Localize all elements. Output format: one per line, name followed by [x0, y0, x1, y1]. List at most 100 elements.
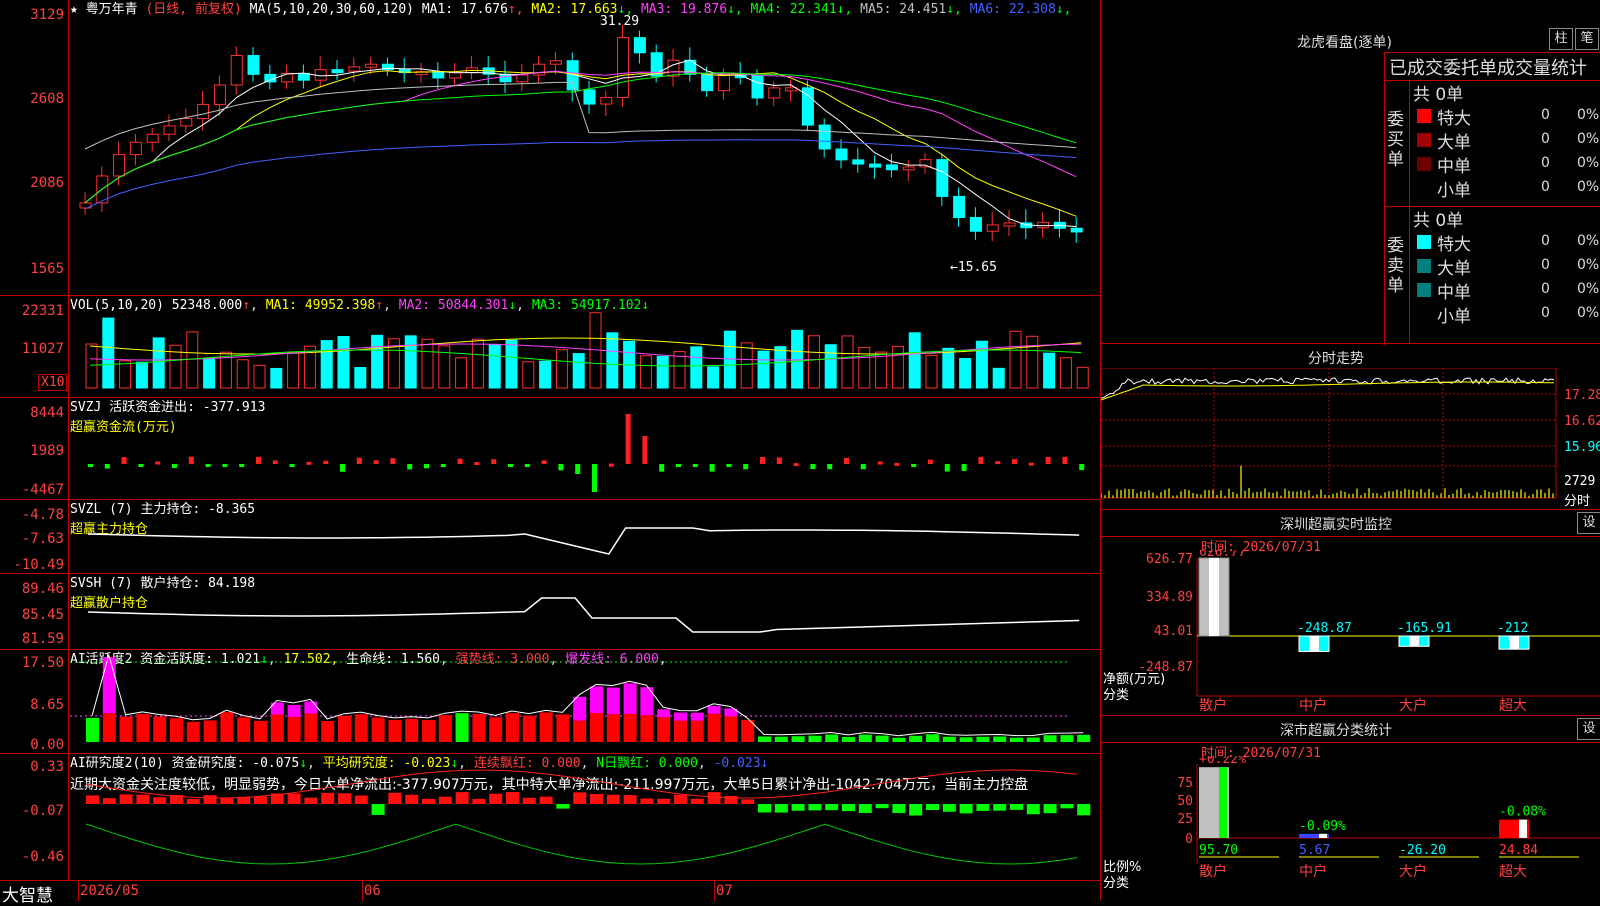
- svzl-pane[interactable]: SVZL (7) 主力持仓: -8.365 超赢主力持仓 -4.78 -7.63…: [0, 500, 1100, 574]
- candle: [835, 148, 848, 161]
- research-bar: [388, 792, 402, 804]
- activity-bar: [237, 717, 251, 742]
- retail-position-chart[interactable]: [70, 574, 1100, 648]
- main-position-chart[interactable]: [70, 500, 1100, 572]
- activity-bar: [119, 716, 133, 742]
- research-bar: [959, 804, 973, 814]
- sz-monitor-tick: 334.89: [1146, 590, 1193, 605]
- sz-monitor-bar-highlight: [1509, 636, 1519, 650]
- flow-bar: [457, 458, 463, 464]
- sz-class-settings-button[interactable]: 设: [1577, 718, 1600, 740]
- candle: [163, 125, 176, 135]
- activity-bar: [371, 717, 385, 742]
- research-bar: [186, 798, 200, 804]
- sz-monitor-chart: 626.77334.8943.01-248.87626.77散户-248.87中…: [1138, 550, 1600, 714]
- flow-bar: [827, 464, 833, 470]
- sz-class-panel: 深市超赢分类统计 设 时间: 2026/07/31 75 50 25 0 +0.22% 9…: [1100, 716, 1600, 900]
- candle: [247, 55, 260, 75]
- flow-bar: [1012, 459, 1017, 464]
- order-row-3: 小单 0 0%: [1409, 302, 1600, 327]
- tick-mode-button[interactable]: 笔: [1575, 28, 1599, 50]
- sz-monitor-bar-highlight: [1209, 558, 1219, 636]
- candle: [583, 89, 596, 105]
- activity-bar: [220, 712, 234, 742]
- order-percent: 0%: [1577, 257, 1600, 273]
- volume-bar: [152, 337, 165, 389]
- activity-chart[interactable]: [70, 650, 1100, 752]
- volume-bar: [807, 335, 820, 389]
- activity-bar: [438, 715, 452, 742]
- order-swatch: [1417, 133, 1431, 147]
- volume-bar: [488, 343, 501, 389]
- research-chart[interactable]: [70, 754, 1100, 878]
- order-percent: 0%: [1577, 131, 1600, 147]
- intraday-panel[interactable]: 分时走势 17.28 16.62 15.96 2729 分时: [1100, 344, 1600, 510]
- research-tick: 0.33: [30, 759, 64, 775]
- candle: [902, 166, 915, 171]
- research-pane[interactable]: AI研究度2(10) 资金研究度: -0.075↓, 平均研究度: -0.023…: [0, 754, 1100, 880]
- order-count: 0: [1541, 131, 1550, 147]
- svsh-pane[interactable]: SVSH (7) 散户持仓: 84.198 超赢散户持仓 89.46 85.45…: [0, 574, 1100, 650]
- research-bar: [136, 794, 150, 804]
- candle: [953, 195, 966, 219]
- activity-bar: [657, 717, 671, 742]
- candle: [1003, 222, 1016, 227]
- order-type: 中单: [1437, 283, 1471, 303]
- volume-bar: [740, 342, 753, 389]
- activity-bar: [1026, 737, 1040, 742]
- ma-line-6: [84, 139, 1077, 210]
- candle: [281, 72, 294, 83]
- order-percent: 0%: [1577, 305, 1600, 321]
- activity-pane[interactable]: AI活跃度2 资金活跃度: 1.021↓, 17.502, 生命线: 1.560…: [0, 650, 1100, 754]
- sz-class-value: -26.20: [1399, 843, 1446, 858]
- svzj-pane[interactable]: SVZJ 活跃资金进出: -377.913 超赢资金流(万元) 8444 198…: [0, 398, 1100, 500]
- activity-peak: [674, 712, 687, 721]
- research-bar: [1026, 804, 1040, 815]
- research-green-line: [85, 823, 1078, 865]
- sz-class-category: 中户: [1299, 863, 1327, 880]
- main-chart-area[interactable]: ★ 粤万年青 (日线, 前复权) MA(5,10,20,30,60,120) M…: [0, 0, 1100, 906]
- research-bar: [438, 796, 452, 804]
- activity-bar: [892, 737, 906, 742]
- flow-bar: [995, 461, 1001, 465]
- order-row-2: 中单 0 0%: [1409, 278, 1600, 303]
- flow-bar: [188, 456, 194, 464]
- research-bar: [321, 792, 335, 804]
- research-bar: [506, 792, 519, 804]
- flow-bar: [155, 461, 161, 465]
- flow-bar: [961, 464, 967, 471]
- flow-bar: [356, 457, 362, 464]
- volume-bar: [690, 346, 703, 389]
- svsh-tick: 81.59: [21, 631, 64, 647]
- candle: [717, 74, 730, 92]
- price-pane[interactable]: ★ 粤万年青 (日线, 前复权) MA(5,10,20,30,60,120) M…: [0, 0, 1100, 296]
- candle: [936, 159, 949, 197]
- sz-monitor-settings-button[interactable]: 设: [1577, 512, 1600, 534]
- research-bar: [942, 804, 956, 812]
- buy-table: 特大 0 0% 大单 0 0% 中单 0 0% 小单 0 0%: [1409, 104, 1600, 204]
- candlestick-chart[interactable]: [70, 18, 1100, 294]
- activity-bar: [1060, 735, 1074, 742]
- intraday-chart[interactable]: [1101, 368, 1563, 510]
- volume-bar: [1043, 352, 1056, 389]
- activity-peak: [304, 701, 318, 714]
- candle: [113, 154, 126, 177]
- volume-pane[interactable]: VOL(5,10,20) 52348.000↑, MA1: 49952.398↑…: [0, 296, 1100, 398]
- order-percent: 0%: [1577, 107, 1600, 123]
- intraday-tick: 15.96: [1564, 440, 1600, 455]
- fund-flow-chart[interactable]: [70, 398, 1100, 498]
- activity-bar: [942, 736, 956, 742]
- volume-chart[interactable]: [70, 296, 1100, 396]
- date-label: 2026/05: [80, 883, 140, 899]
- activity-bar: [976, 736, 990, 742]
- research-bar: [892, 804, 906, 813]
- volume-bar: [404, 335, 417, 389]
- volume-bar: [959, 358, 972, 389]
- volume-bar: [891, 345, 904, 389]
- volume-bar: [925, 354, 938, 389]
- bar-mode-button[interactable]: 柱: [1549, 28, 1573, 50]
- retail-position-line: [87, 597, 1080, 633]
- flow-bar: [776, 457, 782, 464]
- flow-bar: [88, 464, 93, 467]
- volume-bar: [824, 344, 837, 389]
